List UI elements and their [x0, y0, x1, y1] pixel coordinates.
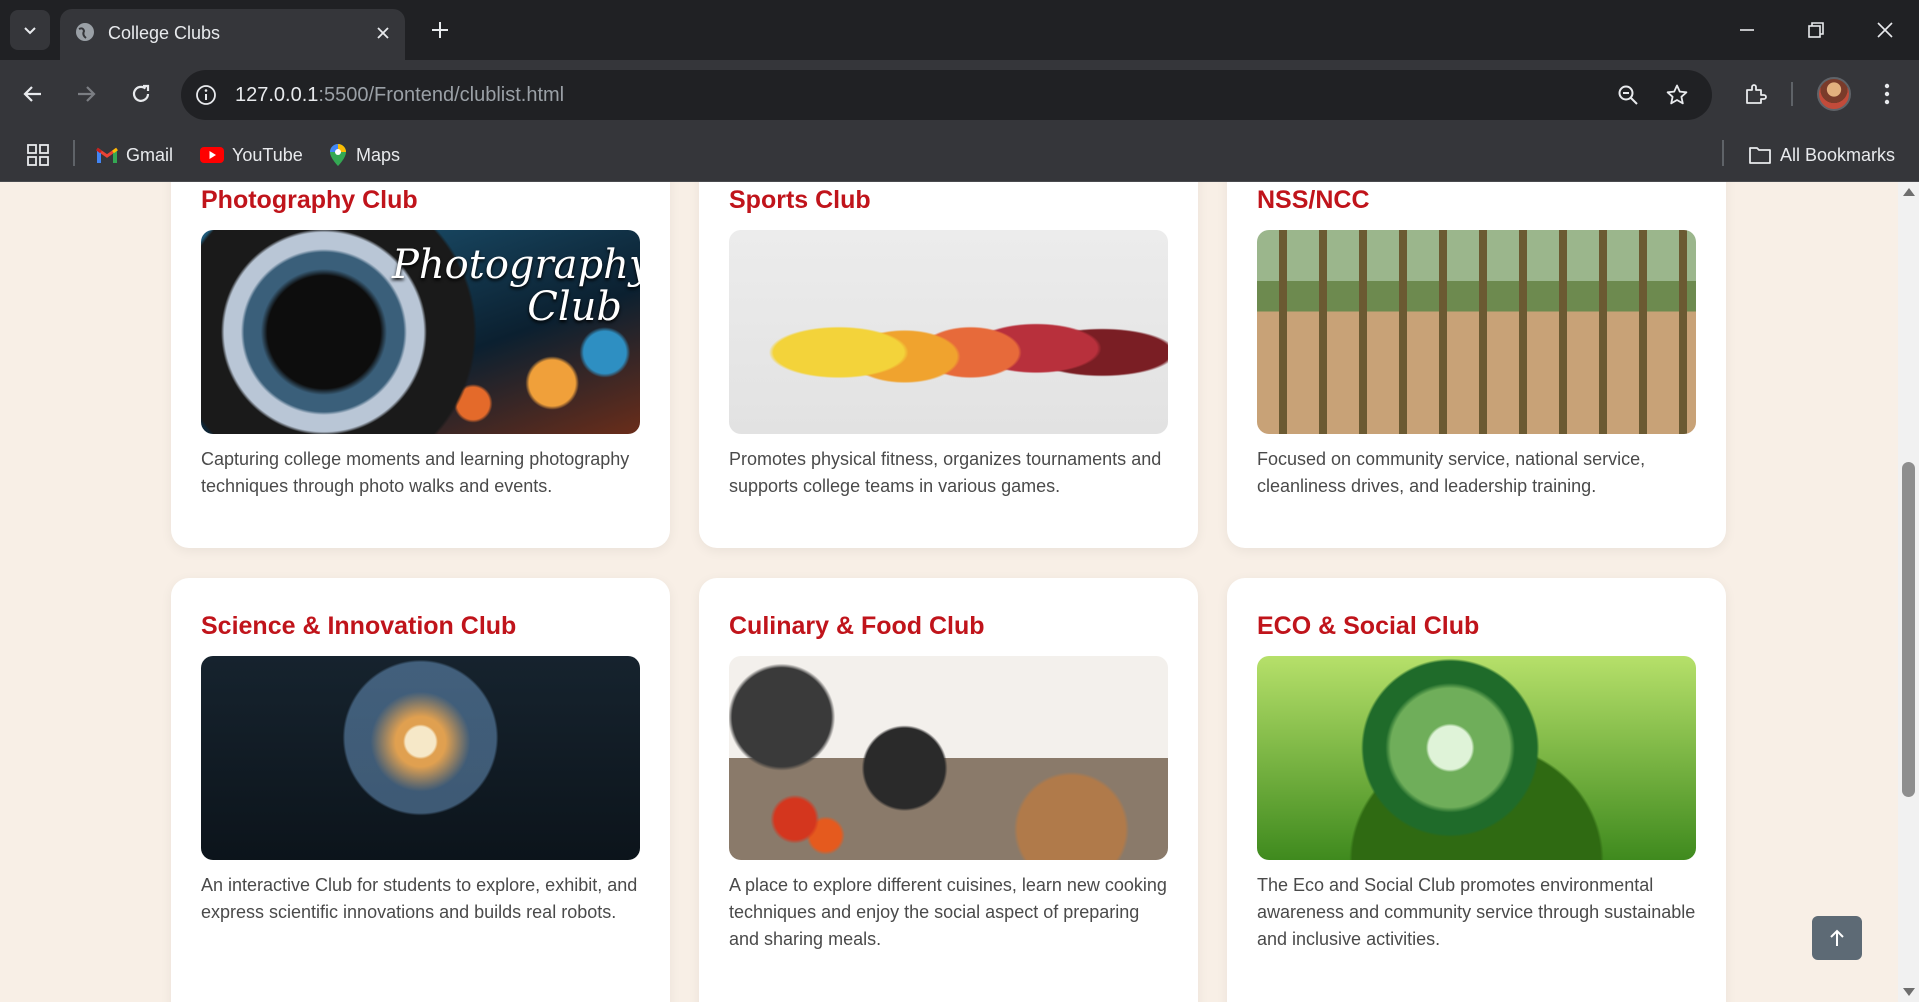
- reload-button[interactable]: [121, 74, 161, 114]
- close-window-button[interactable]: [1865, 10, 1905, 50]
- address-bar[interactable]: 127.0.0.1:5500/Frontend/clublist.html: [181, 70, 1712, 120]
- close-icon: [1877, 22, 1893, 38]
- maps-icon: [330, 144, 346, 166]
- scroll-to-top-button[interactable]: [1812, 916, 1862, 960]
- browser-toolbar: 127.0.0.1:5500/Frontend/clublist.html: [0, 60, 1919, 128]
- club-description: An interactive Club for students to expl…: [201, 875, 638, 922]
- active-tab[interactable]: College Clubs: [60, 9, 405, 60]
- reload-icon: [132, 84, 150, 102]
- zoom-icon: [1618, 85, 1638, 105]
- bookmark-maps[interactable]: Maps: [328, 140, 400, 170]
- scrollbar-thumb[interactable]: [1902, 462, 1915, 797]
- tab-title: College Clubs: [108, 23, 221, 43]
- star-icon: [1666, 84, 1688, 105]
- more-vertical-icon: [1884, 83, 1890, 105]
- bookmarks-bar: Gmail YouTube Maps All Bookmarks: [0, 128, 1919, 182]
- scroll-down-arrow-icon[interactable]: [1903, 988, 1915, 996]
- club-description: Focused on community service, national s…: [1257, 449, 1646, 496]
- bookmark-label: Maps: [356, 144, 401, 165]
- photography-club-image: Photography Club: [201, 230, 640, 434]
- chevron-down-icon: [24, 27, 36, 35]
- close-icon: [377, 27, 389, 39]
- url-path: :5500/Frontend/clublist.html: [318, 84, 565, 106]
- restore-icon: [1808, 22, 1824, 38]
- club-title: Culinary & Food Club: [729, 612, 985, 640]
- page-viewport: Photography Club Photography Club Captur…: [0, 182, 1898, 1002]
- info-icon: [196, 85, 216, 105]
- puzzle-icon: [1746, 84, 1767, 104]
- club-title: Sports Club: [729, 186, 871, 214]
- minimize-button[interactable]: [1727, 10, 1767, 50]
- bookmark-label: Gmail: [126, 144, 174, 165]
- profile-avatar[interactable]: [1817, 77, 1851, 111]
- club-title: ECO & Social Club: [1257, 612, 1480, 640]
- youtube-icon: [200, 147, 224, 163]
- toolbar-separator: [1791, 82, 1793, 106]
- food-club-image: [729, 656, 1168, 860]
- menu-button[interactable]: [1867, 74, 1907, 114]
- page-scrollbar[interactable]: [1898, 182, 1919, 1002]
- arrow-left-icon: [23, 86, 41, 102]
- folder-icon: [1749, 147, 1771, 164]
- club-description: Promotes physical fitness, organizes tou…: [729, 449, 1162, 496]
- club-card-science[interactable]: Science & Innovation Club An interactive…: [171, 578, 670, 1002]
- zoom-button[interactable]: [1612, 79, 1644, 111]
- gmail-icon: [96, 147, 118, 163]
- all-bookmarks-label: All Bookmarks: [1780, 144, 1896, 165]
- bookmark-separator: [1722, 140, 1724, 166]
- science-club-image: [201, 656, 640, 860]
- nss-ncc-image: [1257, 230, 1696, 434]
- url-text[interactable]: 127.0.0.1:5500/Frontend/clublist.html: [235, 84, 564, 107]
- club-title: Science & Innovation Club: [201, 612, 517, 640]
- extensions-button[interactable]: [1735, 74, 1775, 114]
- sports-club-image: [729, 230, 1168, 434]
- arrow-up-icon: [1830, 929, 1844, 946]
- club-title: NSS/NCC: [1257, 186, 1370, 214]
- club-description: The Eco and Social Club promotes environ…: [1257, 875, 1696, 949]
- bookmark-youtube[interactable]: YouTube: [200, 140, 303, 170]
- club-title: Photography Club: [201, 186, 418, 214]
- site-info-button[interactable]: [193, 82, 219, 108]
- restore-button[interactable]: [1796, 10, 1836, 50]
- apps-button[interactable]: [26, 140, 50, 170]
- url-host: 127.0.0.1: [235, 84, 319, 106]
- scroll-up-arrow-icon[interactable]: [1903, 188, 1915, 196]
- eco-club-image: [1257, 656, 1696, 860]
- photography-image-caption: Photography Club: [392, 242, 640, 330]
- arrow-right-icon: [78, 86, 96, 102]
- apps-grid-icon: [27, 144, 49, 166]
- forward-button[interactable]: [66, 74, 106, 114]
- bookmark-separator: [73, 140, 75, 166]
- club-card-culinary[interactable]: Culinary & Food Club A place to explore …: [699, 578, 1198, 1002]
- club-card-sports[interactable]: Sports Club Promotes physical fitness, o…: [699, 182, 1198, 548]
- club-description: A place to explore different cuisines, l…: [729, 875, 1167, 949]
- club-card-photography[interactable]: Photography Club Photography Club Captur…: [171, 182, 670, 548]
- globe-icon: [76, 23, 94, 41]
- club-description: Capturing college moments and learning p…: [201, 449, 630, 496]
- all-bookmarks-button[interactable]: All Bookmarks: [1748, 140, 1895, 170]
- new-tab-button[interactable]: [424, 14, 456, 46]
- bookmark-gmail[interactable]: Gmail: [96, 140, 173, 170]
- bookmark-label: YouTube: [232, 144, 303, 165]
- minimize-icon: [1740, 29, 1754, 31]
- browser-tab-bar: College Clubs: [0, 0, 1919, 60]
- bookmark-star-button[interactable]: [1661, 79, 1693, 111]
- tab-search-button[interactable]: [10, 10, 50, 50]
- tab-close-button[interactable]: [371, 21, 395, 45]
- club-card-eco-social[interactable]: ECO & Social Club The Eco and Social Clu…: [1227, 578, 1726, 1002]
- back-button[interactable]: [13, 74, 53, 114]
- club-card-nss-ncc[interactable]: NSS/NCC Focused on community service, na…: [1227, 182, 1726, 548]
- plus-icon: [432, 22, 448, 38]
